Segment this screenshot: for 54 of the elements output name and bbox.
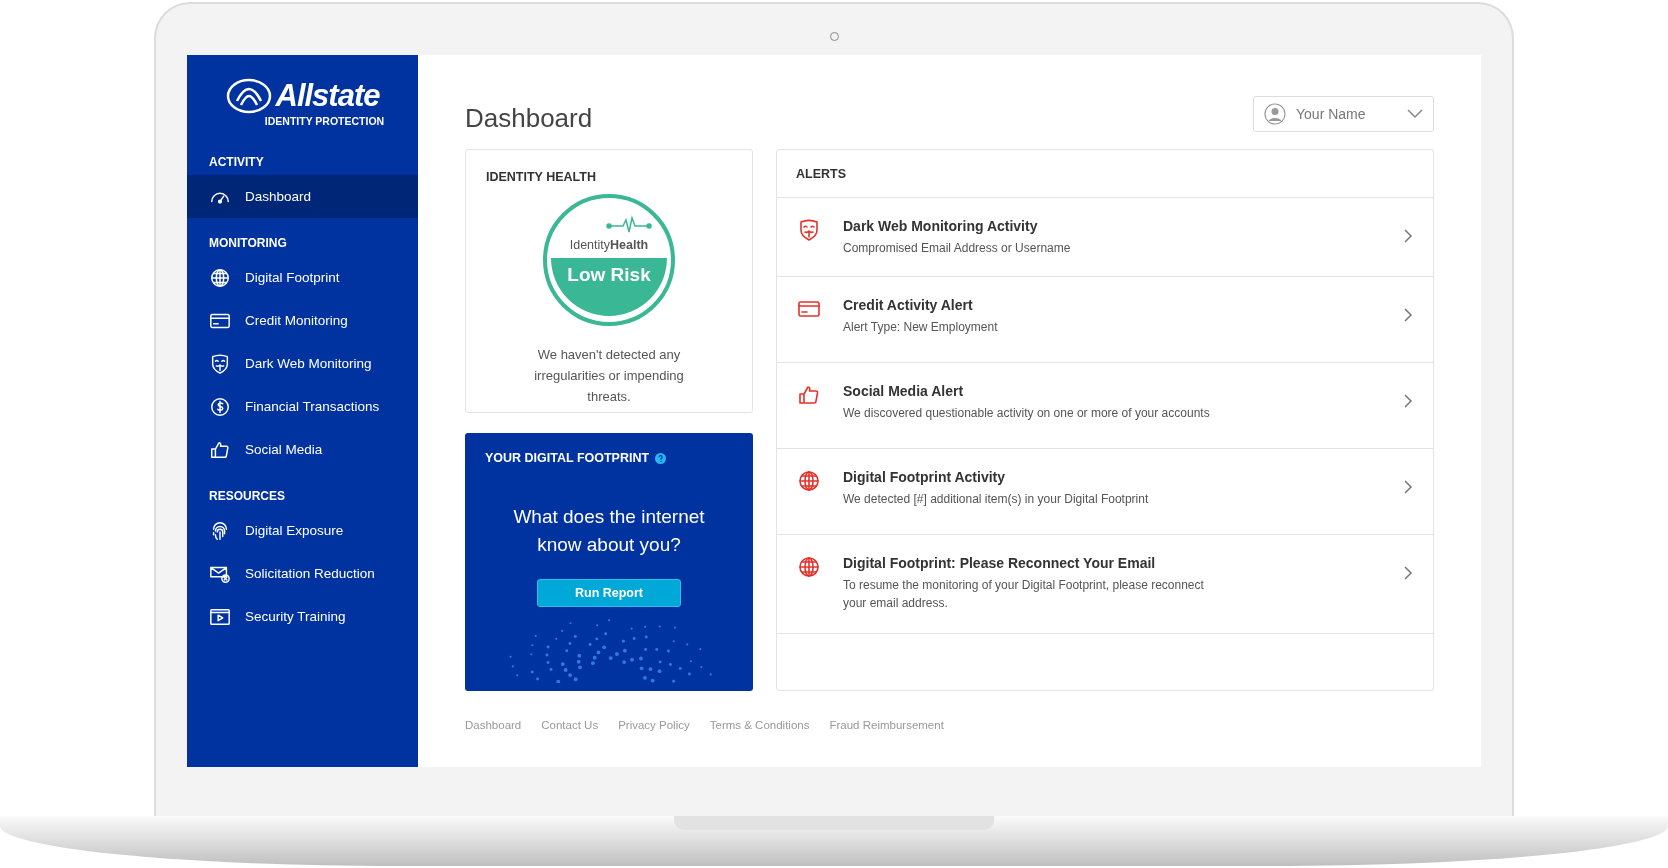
globe-icon bbox=[797, 555, 821, 579]
chevron-down-icon bbox=[1407, 109, 1423, 119]
status-message: We haven't detected any irregularities or impending threats. bbox=[533, 346, 685, 406]
alert-description: Compromised Email Address or Username bbox=[843, 240, 1072, 257]
sidebar-heading: ACTIVITY bbox=[208, 155, 265, 169]
badge-label: IdentityHealth bbox=[569, 238, 649, 252]
sidebar-item[interactable]: Financial Transactions bbox=[187, 385, 418, 428]
sidebar-item[interactable]: Security Training bbox=[187, 595, 418, 638]
alert-row[interactable]: Digital Footprint Activity We detected [#] additional item(s) in your Digital Footprint bbox=[777, 449, 1433, 535]
card-title: YOUR DIGITAL FOOTPRINT bbox=[485, 451, 650, 465]
alert-row[interactable]: Credit Activity Alert Alert Type: New Employment bbox=[777, 277, 1433, 363]
globe-icon bbox=[209, 266, 231, 289]
card-title: ALERTS bbox=[777, 150, 1433, 198]
chevron-right-icon bbox=[1403, 307, 1413, 323]
alert-description: We discovered questionable activity on one or more of your accounts bbox=[843, 405, 1211, 422]
brand-tagline: IDENTITY PROTECTION bbox=[264, 115, 385, 127]
card-question: What does the internet know about you? bbox=[512, 505, 706, 557]
sidebar-item[interactable]: Dashboard bbox=[187, 175, 418, 218]
sidebar-item[interactable]: Digital Exposure bbox=[187, 509, 418, 552]
alert-description: To resume the monitoring of your Digital Footprint, please reconnect your email address. bbox=[843, 577, 1205, 612]
risk-level: Low Risk bbox=[551, 258, 667, 316]
alert-title: Credit Activity Alert bbox=[843, 297, 974, 313]
sidebar-item[interactable]: Credit Monitoring bbox=[187, 299, 418, 342]
alert-row[interactable]: Digital Footprint: Please Reconnect Your Email To resume the monitoring of your Digital Footprint, please reconnect your email address. bbox=[777, 535, 1433, 634]
mask-shield-icon bbox=[209, 352, 231, 375]
card-title: IDENTITY HEALTH bbox=[486, 170, 596, 184]
thumbs-up-icon bbox=[797, 383, 821, 407]
chevron-right-icon bbox=[1403, 393, 1413, 409]
help-icon[interactable] bbox=[655, 452, 667, 464]
page-title: Dashboard bbox=[465, 102, 593, 134]
alert-row[interactable]: Dark Web Monitoring Activity Compromised Email Address or Username bbox=[777, 198, 1433, 277]
sidebar-item[interactable]: Dark Web Monitoring bbox=[187, 342, 418, 385]
chevron-right-icon bbox=[1403, 228, 1413, 244]
alert-title: Social Media Alert bbox=[843, 383, 965, 399]
alert-title: Dark Web Monitoring Activity bbox=[843, 218, 1039, 234]
sidebar-item[interactable]: Digital Footprint bbox=[187, 256, 418, 299]
mask-shield-icon bbox=[797, 218, 821, 242]
sidebar-heading: RESOURCES bbox=[208, 489, 286, 503]
alert-title: Digital Footprint: Please Reconnect Your Email bbox=[843, 555, 1157, 571]
hands-logo-icon bbox=[225, 77, 272, 115]
user-avatar-icon bbox=[1264, 103, 1286, 125]
alert-description: Alert Type: New Employment bbox=[843, 319, 999, 336]
brand-name: Allstate bbox=[275, 78, 380, 114]
sidebar-item[interactable]: Solicitation Reduction bbox=[187, 552, 418, 595]
alert-description: We detected [#] additional item(s) in your Digital Footprint bbox=[843, 491, 1150, 508]
alert-title: Digital Footprint Activity bbox=[843, 469, 1007, 485]
chevron-right-icon bbox=[1403, 565, 1413, 581]
dollar-icon bbox=[209, 395, 231, 418]
alert-row[interactable]: Social Media Alert We discovered questionable activity on one or more of your accounts bbox=[777, 363, 1433, 449]
user-menu[interactable]: Your Name bbox=[1253, 96, 1434, 132]
sidebar-item[interactable]: Social Media bbox=[187, 428, 418, 471]
chevron-right-icon bbox=[1403, 479, 1413, 495]
globe-icon bbox=[797, 469, 821, 493]
sidebar-heading: MONITORING bbox=[208, 236, 288, 250]
